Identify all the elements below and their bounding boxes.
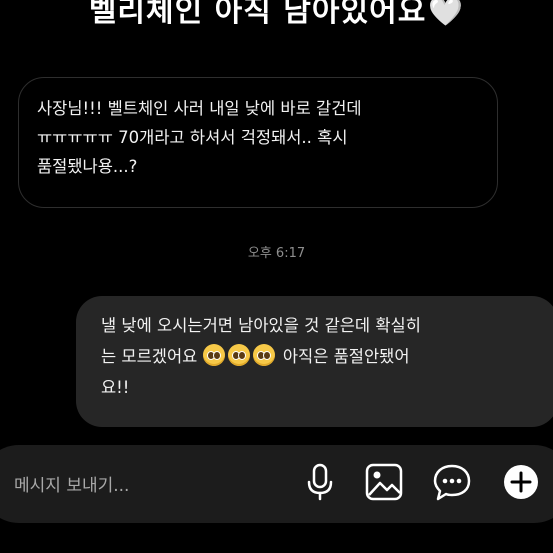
- microphone-icon[interactable]: [305, 462, 335, 502]
- heart-icon: 🤍: [428, 0, 465, 28]
- message-line: ㅠㅠㅠㅠㅠ 70개라고 하셔서 걱정돼서.. 혹시: [37, 128, 348, 147]
- message-line: 요!!: [101, 378, 130, 397]
- outgoing-message-bubble[interactable]: 낼 낮에 오시는거면 남아있을 것 같은데 확실히 는 모르겠어요 아직은 품절…: [76, 296, 553, 427]
- title-text: 벨리체인 아직 남아있어요: [88, 0, 427, 29]
- pleading-face-emoji-icon: [202, 344, 225, 366]
- image-icon[interactable]: [364, 462, 404, 502]
- incoming-message-bubble[interactable]: 사장님!!! 벨트체인 사러 내일 낮에 바로 갈건데 ㅠㅠㅠㅠㅠ 70개라고 …: [18, 77, 498, 208]
- message-line: 품절됐나용...?: [37, 157, 138, 176]
- sticker-icon[interactable]: [432, 462, 472, 502]
- plus-icon[interactable]: [503, 464, 539, 500]
- page-title: 벨리체인 아직 남아있어요🤍: [0, 0, 553, 30]
- pleading-face-emoji-icon: [252, 344, 275, 366]
- message-timestamp: 오후 6:17: [247, 246, 306, 261]
- message-line: 낼 낮에 오시는거면 남아있을 것 같은데 확실히: [101, 316, 421, 335]
- message-line: 사장님!!! 벨트체인 사러 내일 낮에 바로 갈건데: [37, 99, 362, 118]
- message-line: 는 모르겠어요: [101, 347, 198, 366]
- message-line-with-emoji: 는 모르겠어요 아직은 품절안됐어: [101, 341, 538, 372]
- pleading-face-emoji-icon: [227, 344, 250, 366]
- message-line: 아직은 품절안됐어: [282, 347, 410, 366]
- message-input[interactable]: 메시지 보내기...: [14, 471, 129, 496]
